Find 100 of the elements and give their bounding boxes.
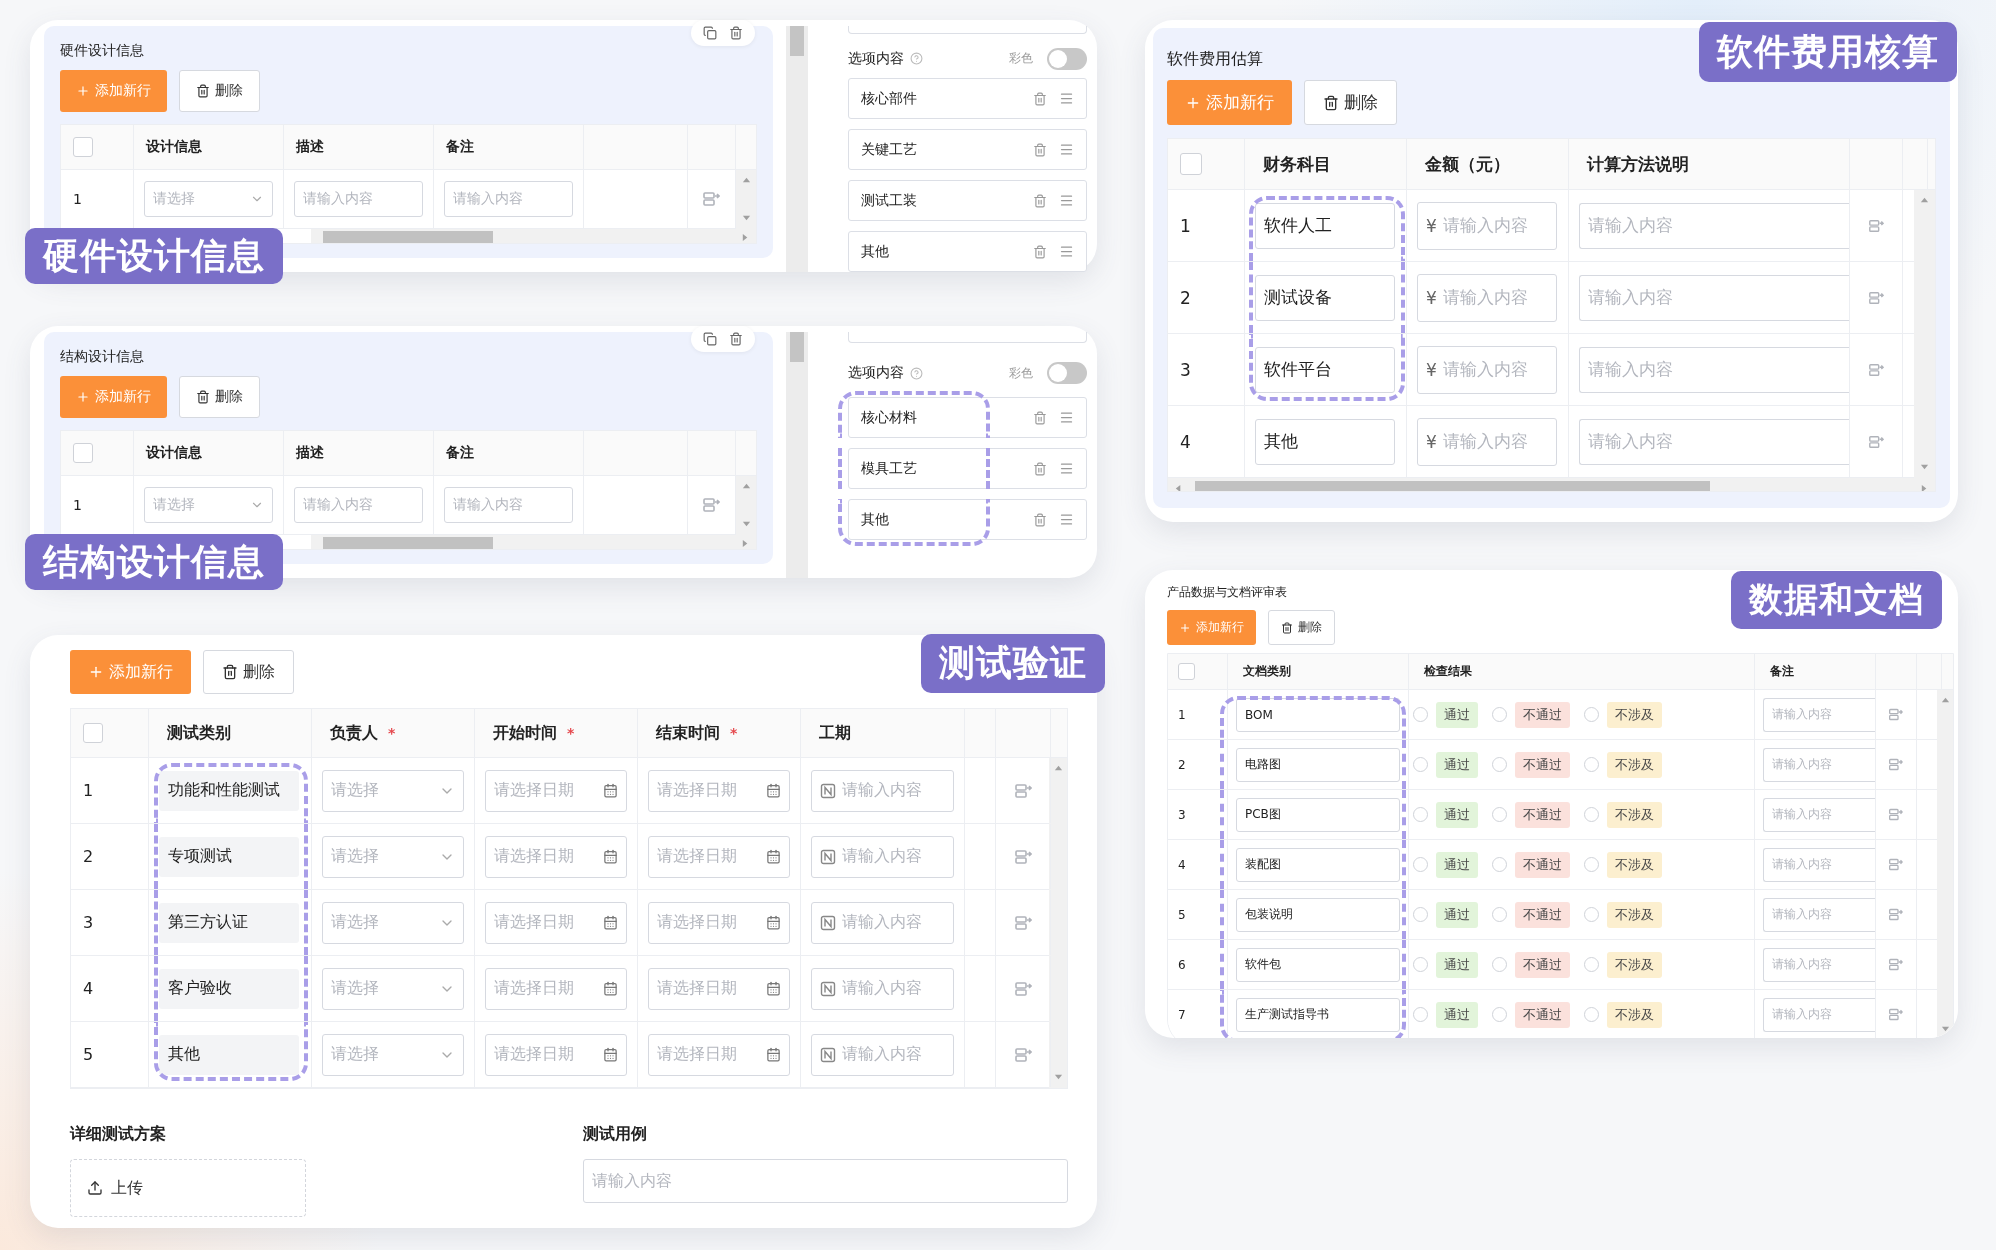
add-row-button[interactable]: 添加新行 <box>60 376 167 418</box>
scrollbar-thumb[interactable] <box>790 26 804 56</box>
option-item[interactable]: 核心部件 <box>848 78 1087 119</box>
input-field[interactable]: 请输入内容 <box>1579 274 1849 321</box>
input-field[interactable]: PCB图 <box>1236 797 1400 832</box>
input-field[interactable]: 软件人工 <box>1255 202 1395 249</box>
input-field[interactable]: 请输入内容 <box>294 487 423 523</box>
option-item[interactable]: 其他 <box>848 231 1087 272</box>
scrollbar[interactable] <box>311 535 756 549</box>
upload-button[interactable]: 上传 <box>70 1159 306 1217</box>
date-field[interactable]: 请选择日期 <box>648 1033 790 1076</box>
input-field[interactable]: 请输入内容 <box>1763 847 1875 882</box>
input-field[interactable]: 请输入内容 <box>811 901 954 944</box>
input-field[interactable]: 请输入内容 <box>811 1033 954 1076</box>
radio-button[interactable] <box>1413 757 1428 772</box>
date-field[interactable]: 请选择日期 <box>648 967 790 1010</box>
scrollbar[interactable] <box>786 26 808 272</box>
date-field[interactable]: 请选择日期 <box>648 901 790 944</box>
input-field[interactable]: 请输入内容 <box>444 487 573 523</box>
radio-button[interactable] <box>1492 707 1507 722</box>
option-item[interactable]: 其他 <box>848 499 1087 540</box>
input-field[interactable]: 请输入内容 <box>444 181 573 217</box>
radio-button[interactable] <box>1584 857 1599 872</box>
radio-button[interactable] <box>1413 807 1428 822</box>
checkbox[interactable] <box>73 137 93 157</box>
add-row-button[interactable]: 添加新行 <box>60 70 167 112</box>
delete-button[interactable]: 删除 <box>203 650 294 694</box>
input-field[interactable]: 请输入内容 <box>1763 897 1875 932</box>
delete-button[interactable]: 删除 <box>179 70 260 112</box>
input-field[interactable]: 电路图 <box>1236 747 1400 782</box>
date-field[interactable]: 请选择日期 <box>485 967 627 1010</box>
input-field[interactable]: 请输入内容 <box>811 967 954 1010</box>
date-field[interactable]: 请选择日期 <box>485 901 627 944</box>
option-item[interactable]: 核心材料 <box>848 397 1087 438</box>
input-field[interactable]: 请输入内容 <box>1763 697 1875 732</box>
scrollbar-thumb[interactable] <box>1195 481 1710 491</box>
input-field[interactable]: 装配图 <box>1236 847 1400 882</box>
date-field[interactable]: 请选择日期 <box>648 835 790 878</box>
checkbox[interactable] <box>1180 153 1202 175</box>
checkbox[interactable] <box>73 443 93 463</box>
amount-field[interactable]: ¥ 请输入内容 <box>1417 417 1557 466</box>
radio-button[interactable] <box>1413 707 1428 722</box>
input-field[interactable]: 请输入内容 <box>1579 418 1849 465</box>
input-field[interactable]: BOM <box>1236 697 1400 732</box>
radio-button[interactable] <box>1584 1007 1599 1022</box>
radio-button[interactable] <box>1492 857 1507 872</box>
add-row-button[interactable]: 添加新行 <box>1167 610 1256 645</box>
input-field[interactable]: 软件包 <box>1236 947 1400 982</box>
input-field[interactable]: 请输入内容 <box>1763 797 1875 832</box>
scrollbar[interactable] <box>736 170 756 229</box>
select-field[interactable]: 请选择 <box>322 901 464 944</box>
radio-button[interactable] <box>1584 707 1599 722</box>
amount-field[interactable]: ¥ 请输入内容 <box>1417 345 1557 394</box>
scrollbar[interactable] <box>1914 190 1935 478</box>
input-field[interactable]: 其他 <box>1255 418 1395 465</box>
radio-button[interactable] <box>1584 757 1599 772</box>
radio-button[interactable] <box>1492 1007 1507 1022</box>
checkbox[interactable] <box>1178 663 1195 680</box>
delete-button[interactable]: 删除 <box>1304 80 1397 125</box>
radio-button[interactable] <box>1584 807 1599 822</box>
date-field[interactable]: 请选择日期 <box>485 769 627 812</box>
scrollbar[interactable] <box>1937 690 1953 1038</box>
category-field[interactable]: 功能和性能测试 <box>159 770 299 811</box>
input-field[interactable]: 请输入内容 <box>1763 747 1875 782</box>
select-field[interactable]: 请选择 <box>144 487 273 523</box>
scrollbar[interactable] <box>1049 758 1067 1088</box>
input-field[interactable]: 请输入内容 <box>1763 947 1875 982</box>
add-row-button[interactable]: 添加新行 <box>1167 80 1292 125</box>
category-field[interactable]: 专项测试 <box>159 836 299 877</box>
radio-button[interactable] <box>1492 957 1507 972</box>
input-field[interactable]: 软件平台 <box>1255 346 1395 393</box>
input-field[interactable]: 请输入内容 <box>1579 202 1849 249</box>
scrollbar-thumb[interactable] <box>323 231 493 243</box>
input-field[interactable]: 请输入内容 <box>583 1159 1068 1203</box>
scrollbar-thumb[interactable] <box>790 332 804 362</box>
select-field[interactable]: 请选择 <box>322 835 464 878</box>
input-field[interactable]: 请输入内容 <box>811 835 954 878</box>
date-field[interactable]: 请选择日期 <box>485 835 627 878</box>
category-field[interactable]: 客户验收 <box>159 968 299 1009</box>
select-field[interactable]: 请选择 <box>322 769 464 812</box>
radio-button[interactable] <box>1584 907 1599 922</box>
input-field[interactable]: 请输入内容 <box>1763 997 1875 1032</box>
radio-button[interactable] <box>1413 957 1428 972</box>
delete-button[interactable]: 删除 <box>179 376 260 418</box>
option-item[interactable]: 关键工艺 <box>848 129 1087 170</box>
scrollbar[interactable] <box>736 476 756 535</box>
radio-button[interactable] <box>1492 757 1507 772</box>
input-field[interactable]: 包装说明 <box>1236 897 1400 932</box>
input-field[interactable]: 请输入内容 <box>811 769 954 812</box>
checkbox[interactable] <box>83 723 103 743</box>
input-field[interactable]: 请输入内容 <box>1579 346 1849 393</box>
radio-button[interactable] <box>1584 957 1599 972</box>
radio-button[interactable] <box>1413 1007 1428 1022</box>
radio-button[interactable] <box>1492 807 1507 822</box>
add-row-button[interactable]: 添加新行 <box>70 650 191 694</box>
scrollbar[interactable] <box>311 229 756 243</box>
input-field[interactable]: 请输入内容 <box>294 181 423 217</box>
category-field[interactable]: 第三方认证 <box>159 902 299 943</box>
date-field[interactable]: 请选择日期 <box>485 1033 627 1076</box>
scrollbar[interactable] <box>786 332 808 578</box>
